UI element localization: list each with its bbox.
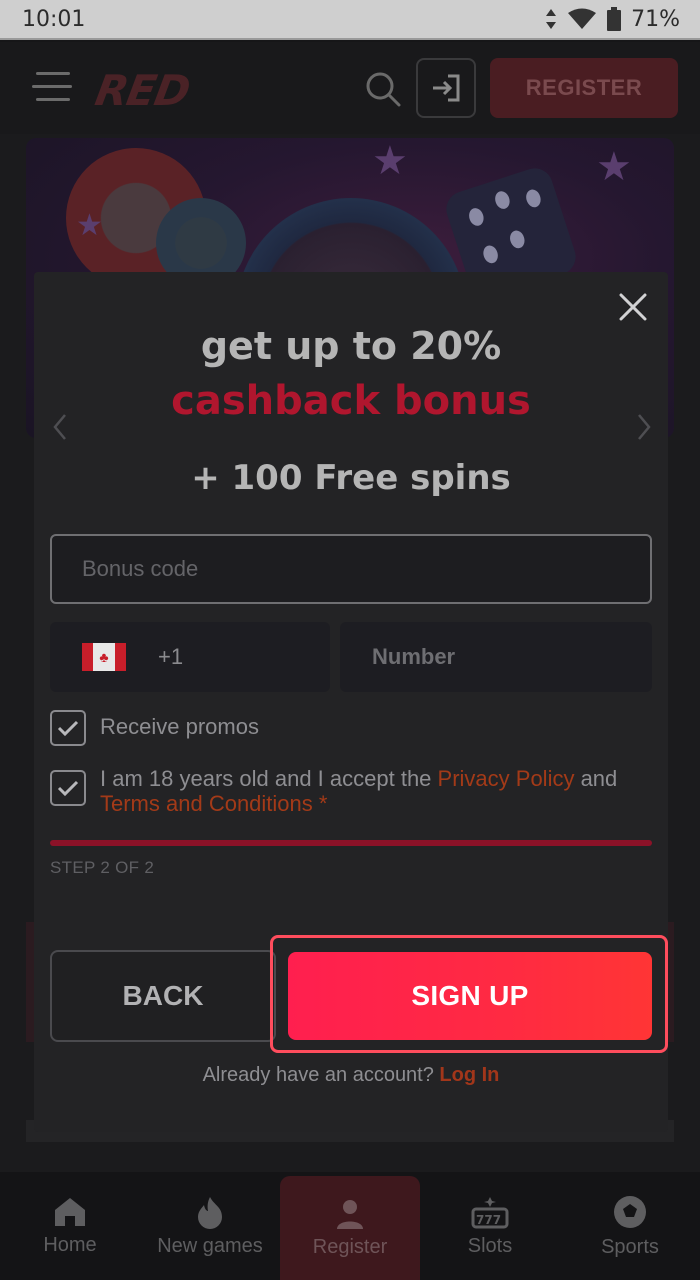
country-code-select[interactable]: ♣ +1 bbox=[50, 622, 330, 692]
receive-promos-checkbox[interactable] bbox=[50, 710, 86, 746]
nav-label: New games bbox=[157, 1234, 263, 1257]
login-link[interactable]: Log In bbox=[439, 1064, 499, 1086]
promo-headline: get up to 20% bbox=[200, 324, 502, 368]
user-icon bbox=[337, 1199, 363, 1229]
terms-link[interactable]: Terms and Conditions bbox=[100, 791, 313, 816]
login-prompt-text: Already have an account? bbox=[202, 1064, 440, 1086]
privacy-policy-link[interactable]: Privacy Policy bbox=[438, 766, 575, 791]
login-icon bbox=[433, 74, 460, 102]
registration-modal: get up to 20% cashback bonus + 100 Free … bbox=[34, 272, 668, 1132]
status-bar: 10:01 71% bbox=[0, 0, 700, 40]
promo-highlight: cashback bonus bbox=[171, 378, 531, 424]
top-header: RED REGISTER bbox=[0, 42, 700, 134]
age-consent-and: and bbox=[574, 766, 618, 791]
bottom-navigation: Home New games Register 777 Slots Sports bbox=[0, 1172, 700, 1280]
nav-label: Register bbox=[312, 1235, 388, 1258]
search-icon[interactable] bbox=[364, 70, 402, 108]
back-button[interactable]: BACK bbox=[50, 950, 276, 1042]
fire-icon bbox=[198, 1196, 222, 1229]
battery-percent: 71% bbox=[631, 6, 680, 32]
data-arrows-icon bbox=[546, 9, 557, 29]
status-time: 10:01 bbox=[22, 6, 86, 32]
nav-label: Sports bbox=[601, 1235, 659, 1258]
brand-logo[interactable]: RED bbox=[92, 66, 194, 115]
checkmark-icon bbox=[57, 720, 79, 737]
dial-code: +1 bbox=[158, 644, 184, 669]
slot-machine-icon: 777 bbox=[471, 1196, 509, 1228]
login-button[interactable] bbox=[416, 58, 476, 118]
phone-number-input[interactable] bbox=[340, 622, 652, 692]
signup-button[interactable]: SIGN UP bbox=[288, 952, 652, 1040]
battery-icon bbox=[607, 7, 622, 31]
star-decoration: ★ bbox=[596, 145, 632, 189]
receive-promos-row: Receive promos bbox=[50, 710, 259, 746]
wifi-icon bbox=[568, 8, 597, 29]
nav-slots[interactable]: 777 Slots bbox=[420, 1172, 560, 1280]
age-consent-text: I am 18 years old and I accept the Priva… bbox=[100, 762, 617, 816]
checkmark-icon bbox=[57, 780, 79, 797]
nav-new-games[interactable]: New games bbox=[140, 1172, 280, 1280]
promo-free-spins: + 100 Free spins bbox=[191, 458, 511, 498]
age-consent-checkbox[interactable] bbox=[50, 770, 86, 806]
nav-label: Home bbox=[43, 1233, 97, 1256]
bonus-code-input[interactable] bbox=[50, 534, 652, 604]
step-progress-bar bbox=[50, 840, 652, 846]
nav-sports[interactable]: Sports bbox=[560, 1172, 700, 1280]
step-indicator: STEP 2 OF 2 bbox=[50, 858, 155, 877]
status-icons: 71% bbox=[545, 7, 680, 32]
receive-promos-label: Receive promos bbox=[100, 714, 259, 739]
menu-icon[interactable] bbox=[32, 68, 72, 106]
star-decoration: ★ bbox=[76, 209, 103, 242]
close-icon[interactable] bbox=[616, 290, 650, 324]
age-consent-row: I am 18 years old and I accept the Priva… bbox=[50, 762, 650, 816]
star-decoration: ★ bbox=[372, 139, 408, 183]
nav-register[interactable]: Register bbox=[280, 1176, 420, 1280]
svg-text:777: 777 bbox=[476, 1213, 501, 1227]
nav-label: Slots bbox=[467, 1234, 513, 1257]
canada-flag-icon: ♣ bbox=[82, 643, 126, 671]
required-mark: * bbox=[312, 791, 328, 816]
home-icon bbox=[55, 1197, 85, 1226]
nav-home[interactable]: Home bbox=[0, 1172, 140, 1280]
register-button[interactable]: REGISTER bbox=[490, 58, 678, 118]
login-prompt: Already have an account? Log In bbox=[34, 1064, 668, 1087]
age-consent-prefix: I am 18 years old and I accept the bbox=[100, 766, 438, 791]
soccer-ball-icon bbox=[614, 1195, 646, 1228]
